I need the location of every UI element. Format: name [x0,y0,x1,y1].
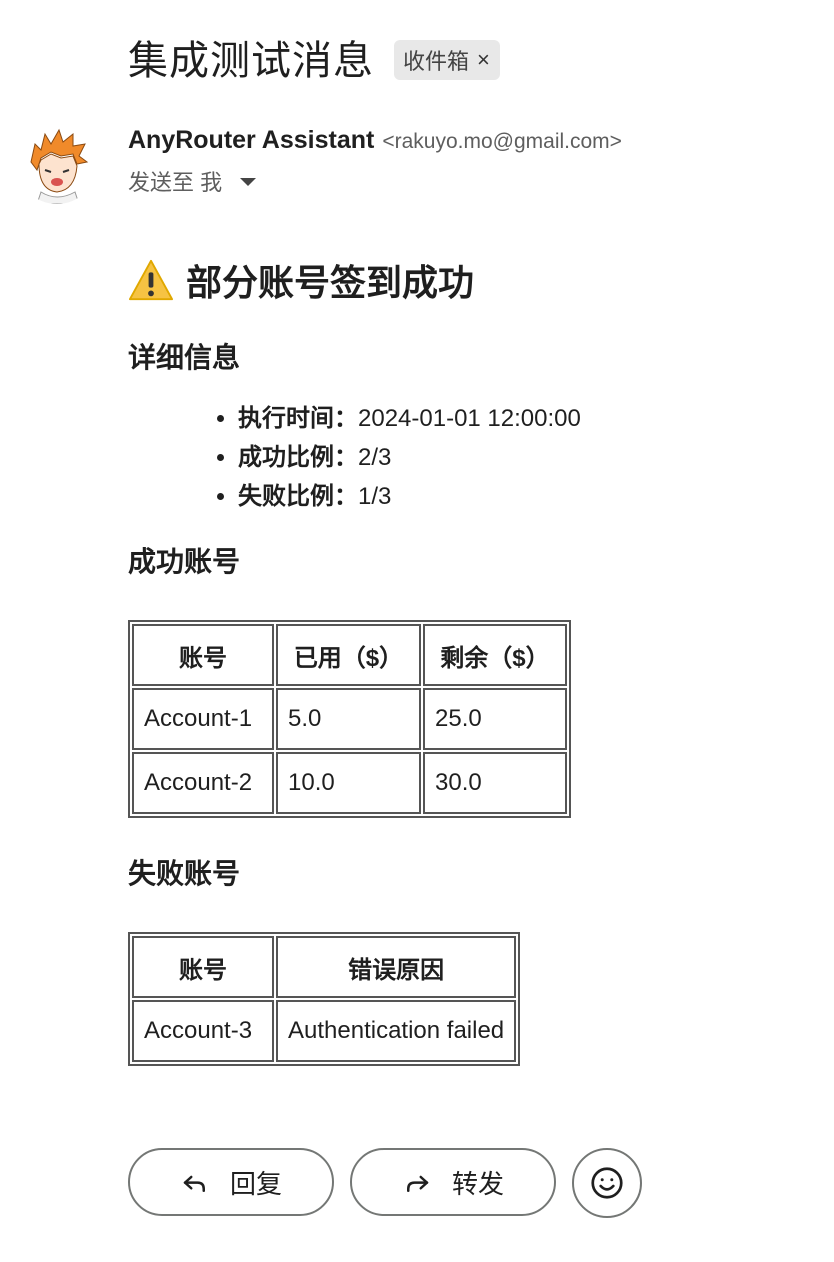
list-item: 执行时间：2024-01-01 12:00:00 [238,404,788,434]
column-header: 账号 [132,624,274,686]
table-header-row: 账号 错误原因 [132,936,517,998]
smiley-icon [591,1167,623,1199]
column-header: 剩余（$） [423,624,567,686]
subject-row: 集成测试消息 收件箱 × [128,28,500,86]
table-cell: 10.0 [276,752,421,814]
reply-label: 回复 [229,1168,282,1199]
table-row: Account-3 Authentication failed [132,1000,517,1062]
detail-key: 成功比例： [238,444,358,471]
body-title: 部分账号签到成功 [186,262,475,303]
table-cell: 25.0 [423,688,567,750]
forward-button[interactable]: 转发 [350,1148,556,1216]
table-row: Account-2 10.0 30.0 [132,752,567,814]
recipient-details-toggle[interactable]: 发送至 我 [128,165,622,197]
success-heading: 成功账号 [128,546,241,577]
list-item: 失败比例：1/3 [238,482,788,512]
table-cell: Account-2 [132,752,274,814]
details-list: 执行时间：2024-01-01 12:00:00 成功比例：2/3 失败比例：1… [128,404,788,512]
table-cell: Account-3 [132,1000,274,1062]
sender-name[interactable]: AnyRouter Assistant [128,126,374,155]
detail-value: 2024-01-01 12:00:00 [358,405,581,432]
email-body: 部分账号签到成功 详细信息 执行时间：2024-01-01 12:00:00 成… [128,254,788,1066]
sender-block: AnyRouter Assistant <rakuyo.mo@gmail.com… [128,126,622,197]
inbox-label-chip[interactable]: 收件箱 × [394,40,500,80]
reply-arrow-icon [183,1175,205,1192]
table-header-row: 账号 已用（$） 剩余（$） [132,624,567,686]
table-cell: 30.0 [423,752,567,814]
table-cell: Account-1 [132,688,274,750]
column-header: 已用（$） [276,624,421,686]
emoji-reaction-button[interactable] [572,1148,642,1218]
column-header: 错误原因 [276,936,517,998]
sender-email: <rakuyo.mo@gmail.com> [382,130,622,153]
detail-value: 2/3 [358,444,392,471]
column-header: 账号 [132,936,274,998]
warning-icon [128,259,174,301]
success-table: 账号 已用（$） 剩余（$） Account-1 5.0 25.0 Accoun… [128,620,571,818]
failed-table: 账号 错误原因 Account-3 Authentication failed [128,932,521,1066]
label-text: 收件箱 [403,49,470,74]
detail-key: 失败比例： [238,483,358,510]
remove-label-icon[interactable]: × [477,49,490,71]
body-title-row: 部分账号签到成功 [128,254,788,306]
forward-arrow-icon [406,1175,429,1192]
caret-down-icon [240,178,257,186]
forward-label: 转发 [451,1168,504,1199]
details-heading: 详细信息 [128,342,241,373]
message-actions: 回复 转发 [128,1148,642,1218]
table-row: Account-1 5.0 25.0 [132,688,567,750]
detail-value: 1/3 [358,483,392,510]
detail-key: 执行时间： [238,405,358,432]
reply-button[interactable]: 回复 [128,1148,334,1216]
sender-avatar[interactable] [17,124,97,204]
table-cell: Authentication failed [276,1000,517,1062]
list-item: 成功比例：2/3 [238,443,788,473]
recipient-text: 发送至 我 [128,170,223,195]
email-subject: 集成测试消息 [128,39,374,83]
table-cell: 5.0 [276,688,421,750]
failed-heading: 失败账号 [128,858,241,889]
